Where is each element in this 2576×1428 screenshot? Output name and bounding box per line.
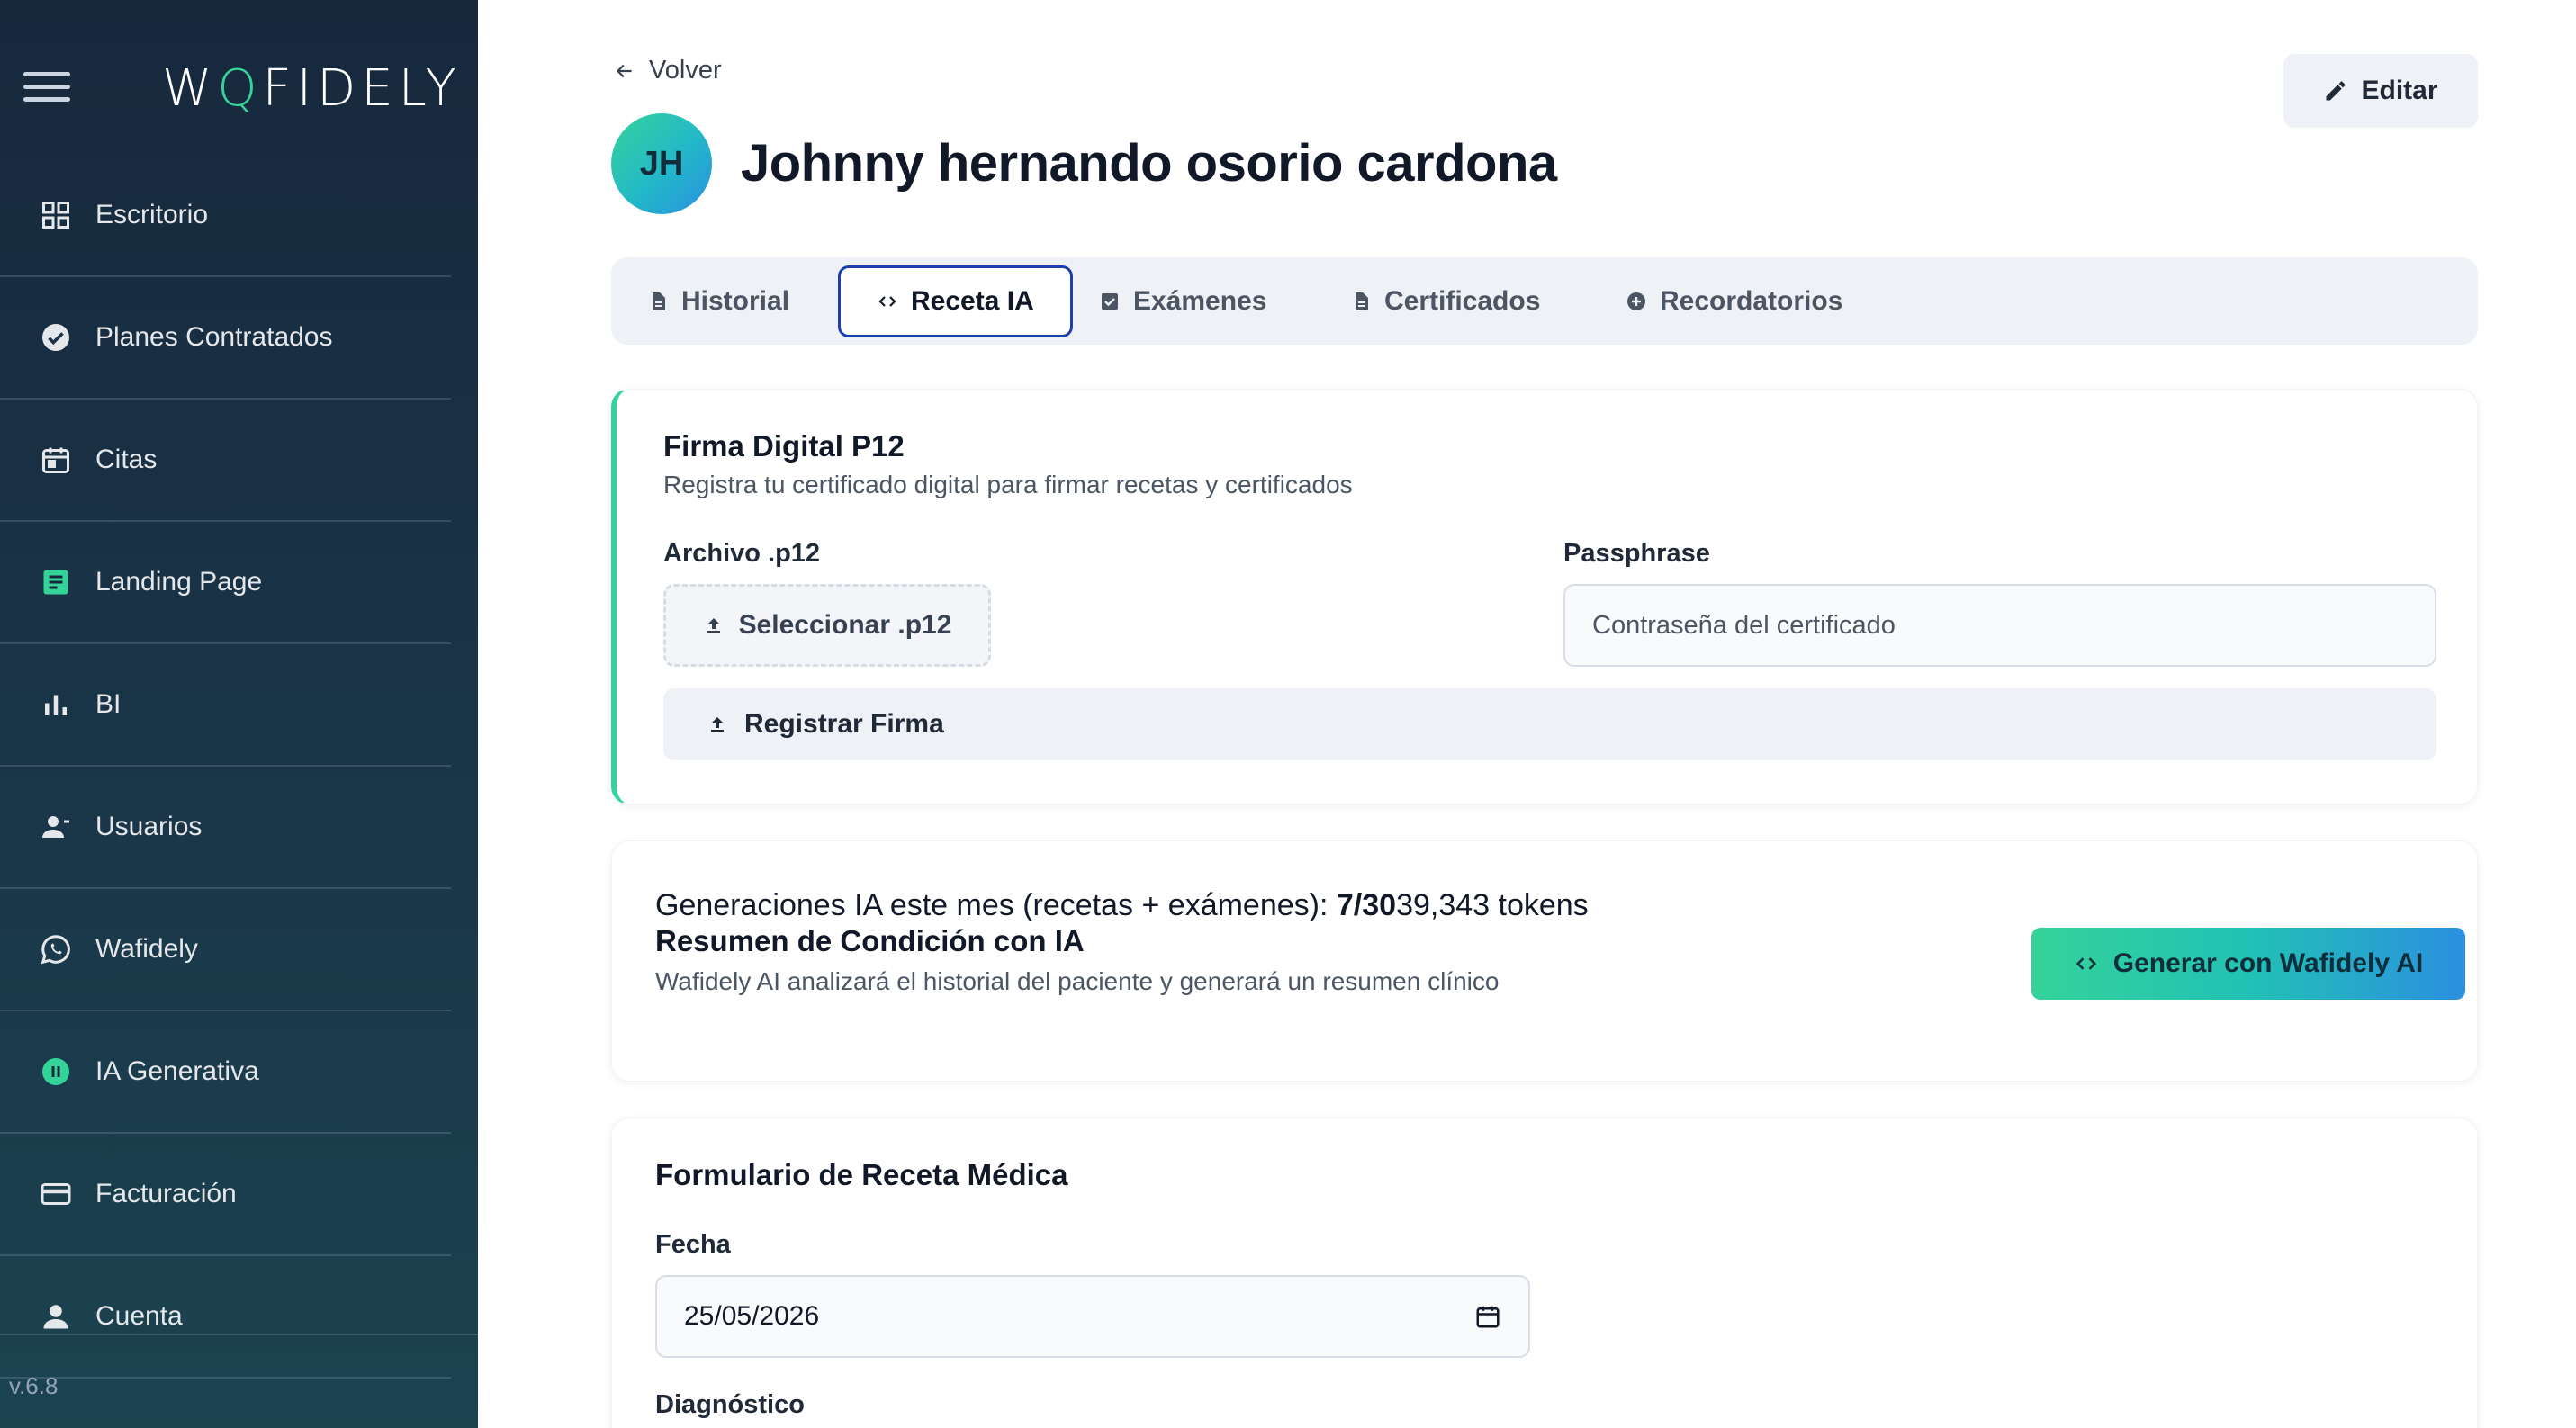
select-p12-label: Seleccionar .p12 bbox=[738, 610, 952, 640]
code-icon bbox=[878, 296, 896, 307]
tab-historial[interactable]: Historial bbox=[611, 265, 825, 337]
ai-usage-tokens: 39,343 tokens bbox=[1396, 888, 1589, 922]
check-circle-icon bbox=[38, 319, 74, 355]
checkbox-icon bbox=[1102, 293, 1118, 310]
tab-certificados[interactable]: Certificados bbox=[1314, 265, 1576, 337]
person-icon bbox=[38, 1298, 74, 1334]
document-icon bbox=[38, 564, 74, 600]
sidebar-item-label: Facturación bbox=[95, 1179, 237, 1208]
code-icon bbox=[2076, 957, 2096, 970]
fecha-input[interactable]: 25/05/2026 bbox=[655, 1275, 1530, 1358]
sidebar-item-label: Citas bbox=[95, 445, 158, 474]
sidebar-item-label: Planes Contratados bbox=[95, 322, 333, 352]
select-p12-button[interactable]: Seleccionar .p12 bbox=[663, 584, 991, 667]
credit-card-icon bbox=[38, 1176, 74, 1212]
calendar-icon[interactable] bbox=[1474, 1303, 1501, 1330]
tab-label: Receta IA bbox=[911, 286, 1034, 316]
sidebar-item-usuarios[interactable]: Usuarios bbox=[0, 767, 451, 889]
document-icon bbox=[1356, 292, 1368, 310]
sidebar-item-ia-generativa[interactable]: IA Generativa bbox=[0, 1011, 451, 1134]
tab-recordatorios[interactable]: Recordatorios bbox=[1590, 265, 1878, 337]
generate-ai-label: Generar con Wafidely AI bbox=[2112, 948, 2424, 978]
grid-icon bbox=[38, 197, 74, 233]
sidebar-header: WQFIDELY bbox=[0, 0, 478, 171]
back-label: Volver bbox=[649, 56, 722, 85]
card-title: Firma Digital P12 bbox=[663, 429, 905, 463]
firma-digital-card: Firma Digital P12 Registra tu certificad… bbox=[611, 389, 2478, 804]
card-title: Formulario de Receta Médica bbox=[655, 1158, 1068, 1191]
calendar-icon bbox=[38, 442, 74, 478]
main-content: Volver Editar JH Johnny hernando osorio … bbox=[478, 0, 2576, 1428]
sidebar-item-label: Wafidely bbox=[95, 934, 198, 964]
tab-label: Certificados bbox=[1384, 286, 1541, 316]
fecha-label: Fecha bbox=[655, 1230, 731, 1259]
sidebar: WQFIDELY Escritorio Planes Contratados C… bbox=[0, 0, 478, 1428]
pencil-icon bbox=[2326, 81, 2346, 101]
version-label: v.6.8 bbox=[9, 1372, 59, 1399]
arrow-left-icon bbox=[616, 64, 632, 77]
ai-usage-text: Generaciones IA este mes (recetas + exám… bbox=[655, 888, 1589, 923]
tab-receta-ia[interactable]: Receta IA bbox=[838, 265, 1073, 337]
person-add-icon bbox=[38, 809, 74, 845]
sidebar-nav: Escritorio Planes Contratados Citas Land… bbox=[0, 155, 451, 1379]
tab-label: Historial bbox=[681, 286, 790, 316]
diagnostico-label: Diagnóstico bbox=[655, 1390, 805, 1419]
card-title: Resumen de Condición con IA bbox=[655, 924, 1085, 957]
sidebar-item-planes[interactable]: Planes Contratados bbox=[0, 277, 451, 400]
sidebar-item-wafidely[interactable]: Wafidely bbox=[0, 889, 451, 1011]
card-subtitle: Registra tu certificado digital para fir… bbox=[663, 471, 1353, 498]
back-link[interactable]: Volver bbox=[613, 56, 722, 85]
upload-icon bbox=[711, 717, 724, 732]
bar-chart-icon bbox=[38, 687, 74, 723]
page-title: Johnny hernando osorio cardona bbox=[741, 134, 1557, 193]
receta-form-card: Formulario de Receta Médica Fecha 25/05/… bbox=[611, 1118, 2478, 1428]
sidebar-item-landing[interactable]: Landing Page bbox=[0, 522, 451, 644]
sidebar-item-cuenta[interactable]: Cuenta bbox=[0, 1256, 451, 1379]
edit-label: Editar bbox=[2361, 76, 2438, 105]
sidebar-item-facturacion[interactable]: Facturación bbox=[0, 1134, 451, 1256]
tab-bar: Historial Receta IA Exámenes Certificado… bbox=[611, 257, 2478, 345]
plus-circle-icon bbox=[1627, 292, 1645, 310]
ai-usage-count: 7/30 bbox=[1336, 888, 1397, 922]
divider bbox=[0, 1334, 478, 1335]
sidebar-item-label: Cuenta bbox=[95, 1301, 183, 1331]
fecha-value: 25/05/2026 bbox=[684, 1301, 820, 1331]
app-logo: WQFIDELY bbox=[162, 59, 462, 118]
menu-icon[interactable] bbox=[23, 72, 70, 103]
tab-examenes[interactable]: Exámenes bbox=[1063, 265, 1302, 337]
sidebar-item-escritorio[interactable]: Escritorio bbox=[0, 155, 451, 277]
passphrase-label: Passphrase bbox=[1563, 539, 1710, 568]
register-signature-button[interactable]: Registrar Firma bbox=[663, 688, 2436, 760]
generate-ai-button[interactable]: Generar con Wafidely AI bbox=[2031, 928, 2465, 1000]
passphrase-input[interactable] bbox=[1563, 584, 2436, 667]
sidebar-item-bi[interactable]: BI bbox=[0, 644, 451, 767]
avatar: JH bbox=[611, 113, 712, 214]
archivo-label: Archivo .p12 bbox=[663, 539, 821, 568]
ai-pause-icon bbox=[38, 1054, 74, 1090]
sidebar-item-label: Escritorio bbox=[95, 200, 209, 229]
ai-usage-prefix: Generaciones IA este mes (recetas + exám… bbox=[655, 888, 1337, 922]
sidebar-item-label: Usuarios bbox=[95, 812, 203, 841]
sidebar-item-label: BI bbox=[95, 689, 122, 719]
tab-label: Recordatorios bbox=[1660, 286, 1843, 316]
sidebar-item-label: IA Generativa bbox=[95, 1056, 259, 1086]
sidebar-item-label: Landing Page bbox=[95, 567, 263, 597]
upload-icon bbox=[707, 618, 720, 633]
edit-button[interactable]: Editar bbox=[2283, 54, 2478, 128]
document-icon bbox=[653, 292, 665, 310]
tab-label: Exámenes bbox=[1133, 286, 1267, 316]
register-signature-label: Registrar Firma bbox=[744, 709, 944, 739]
sidebar-item-citas[interactable]: Citas bbox=[0, 400, 451, 522]
ia-summary-card: Generaciones IA este mes (recetas + exám… bbox=[611, 840, 2478, 1082]
whatsapp-icon bbox=[38, 931, 74, 967]
card-subtitle: Wafidely AI analizará el historial del p… bbox=[655, 967, 1500, 995]
